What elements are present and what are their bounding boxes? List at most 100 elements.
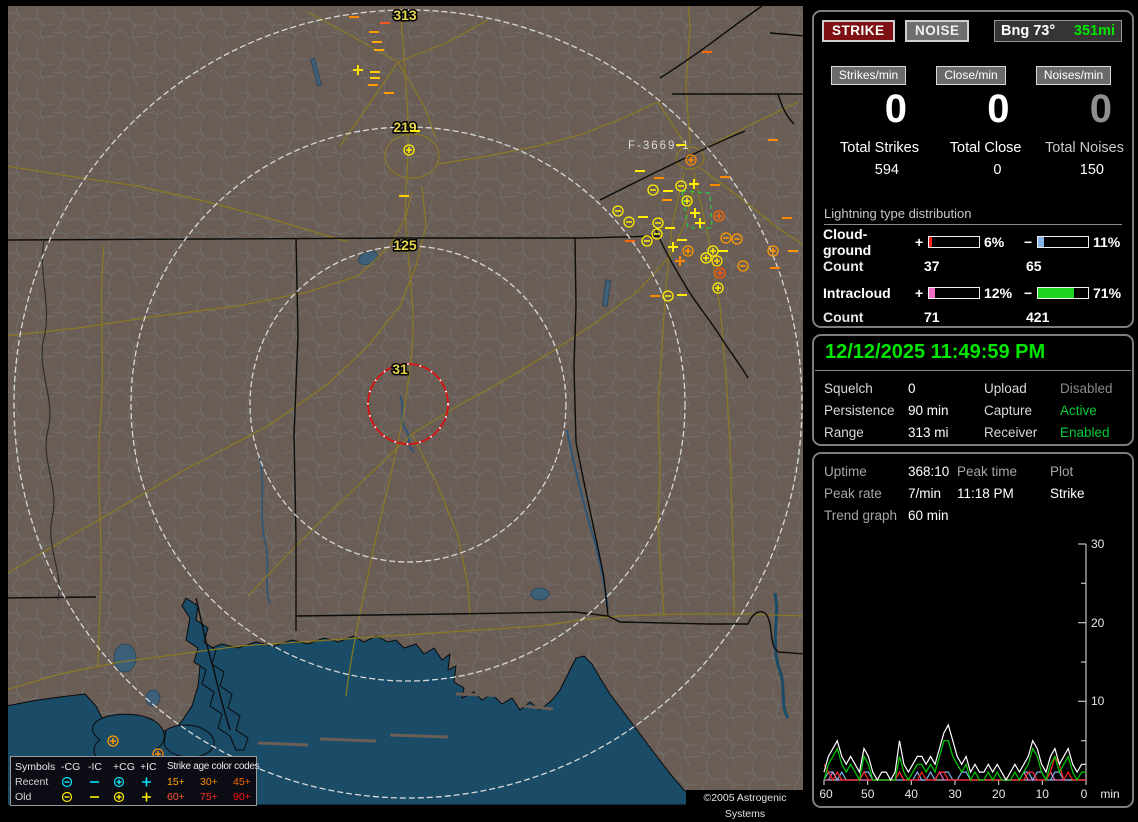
- ring-label-125: 125: [393, 237, 417, 253]
- age-60: 60+: [167, 790, 185, 803]
- copyright: ©2005 Astrogenic Systems: [686, 790, 804, 820]
- cg-neg-recent-icon: [61, 775, 88, 787]
- x-tick-50: 50: [861, 787, 875, 801]
- cg-neg-bar: [1037, 236, 1089, 248]
- range-value: 313 mi: [908, 425, 949, 440]
- bearing-value: Bng 73°: [1001, 23, 1056, 39]
- squelch-label: Squelch: [824, 381, 873, 396]
- counters-panel: STRIKE NOISE Bng 73° 351mi Strikes/min 0…: [812, 10, 1134, 328]
- distribution-title: Lightning type distribution: [824, 206, 1122, 225]
- capture-label: Capture: [984, 403, 1033, 418]
- map-canvas: 313 219 125 31 F-3669-1: [8, 6, 803, 805]
- receiver-label: Receiver: [984, 425, 1038, 440]
- bearing-range-value: 351mi: [1073, 23, 1115, 39]
- age-45: 45+: [233, 775, 251, 788]
- ic-neg-count: 421: [1026, 309, 1050, 325]
- cloud-ground-row: Cloud-ground + 6% − 11%: [814, 226, 1132, 258]
- receiver-value: Enabled: [1060, 425, 1110, 440]
- x-tick-40: 40: [905, 787, 919, 801]
- total-close-value: 0: [993, 162, 1002, 178]
- age-75: 75+: [200, 790, 218, 803]
- x-tick-10: 10: [1036, 787, 1050, 801]
- intracloud-row: Intracloud + 12% − 71%: [814, 284, 1132, 302]
- count-label: Count: [823, 309, 864, 325]
- cloud-ground-count-row: Count 37 65: [814, 258, 1132, 274]
- ring-label-313: 313: [393, 7, 417, 23]
- upload-value: Disabled: [1060, 381, 1113, 396]
- cg-pos-count: 37: [924, 258, 940, 274]
- ic-pos-count: 71: [924, 309, 940, 325]
- noises-column: Noises/min 0 Total Noises 150: [1025, 66, 1126, 178]
- peak-rate-value: 7/min: [908, 486, 942, 501]
- ic-pos-pct: 12%: [984, 285, 1013, 301]
- close-per-min-chip[interactable]: Close/min: [936, 66, 1006, 85]
- trend-graph-value: 60 min: [908, 508, 949, 523]
- x-tick-20: 20: [992, 787, 1006, 801]
- noises-rate: 0: [1089, 87, 1112, 131]
- intracloud-count-row: Count 71 421: [814, 309, 1132, 325]
- datetime-display: 12/12/2025 11:49:59 PM: [815, 336, 1131, 371]
- total-close-label: Total Close: [949, 140, 1022, 156]
- cg-pos-old-icon: [113, 790, 140, 802]
- symbol-legend: Symbols -CG -IC +CG +IC Strike age color…: [10, 756, 260, 806]
- trend-chart: 30 20 10 60 50 40 30 20 10 0 min: [819, 537, 1119, 801]
- plus-sign: +: [915, 285, 924, 301]
- x-axis-unit: min: [1100, 787, 1119, 801]
- persistence-label: Persistence: [824, 403, 895, 418]
- y-tick-20: 20: [1091, 616, 1105, 630]
- total-noises-label: Total Noises: [1045, 140, 1124, 156]
- strikes-rate: 0: [884, 87, 907, 131]
- cloud-ground-label: Cloud-ground: [823, 226, 872, 258]
- noises-per-min-chip[interactable]: Noises/min: [1035, 66, 1112, 85]
- cg-neg-count: 65: [1026, 258, 1042, 274]
- legend-col-cgpos: +CG: [113, 760, 135, 773]
- bearing-readout: Bng 73° 351mi: [994, 20, 1122, 42]
- cg-pos-bar: [928, 236, 980, 248]
- intracloud-label: Intracloud: [823, 285, 891, 301]
- legend-col-icpos: +IC: [140, 760, 157, 773]
- legend-col-icneg: -IC: [88, 760, 102, 773]
- total-strikes-value: 594: [874, 162, 899, 178]
- uptime-value: 368:10: [908, 464, 950, 479]
- plot-value: Strike: [1050, 486, 1085, 501]
- strikes-column: Strikes/min 0 Total Strikes 594: [820, 66, 921, 178]
- minus-sign: −: [1024, 285, 1033, 301]
- close-column: Close/min 0 Total Close 0: [923, 66, 1024, 178]
- strikes-per-min-chip[interactable]: Strikes/min: [830, 66, 907, 85]
- cg-pos-pct: 6%: [984, 234, 1005, 250]
- noise-button[interactable]: NOISE: [904, 20, 970, 42]
- lightning-distribution: Lightning type distribution Cloud-ground…: [814, 206, 1132, 335]
- x-tick-0: 0: [1081, 787, 1088, 801]
- trend-series: [823, 723, 1086, 782]
- lightning-map[interactable]: 313 219 125 31 F-3669-1: [8, 6, 803, 805]
- trend-graph-label: Trend graph: [824, 508, 898, 523]
- close-rate: 0: [987, 87, 1010, 131]
- x-tick-30: 30: [948, 787, 962, 801]
- total-strikes-label: Total Strikes: [840, 140, 919, 156]
- strike-button[interactable]: STRIKE: [822, 20, 895, 42]
- peak-time-header: Peak time: [957, 464, 1018, 479]
- y-tick-10: 10: [1091, 694, 1105, 708]
- status-grid: Squelch 0 Upload Disabled Persistence 90…: [814, 371, 1132, 440]
- count-label: Count: [823, 258, 864, 274]
- ic-pos-old-icon: [140, 790, 167, 802]
- y-tick-30: 30: [1091, 537, 1105, 551]
- cg-neg-pct: 11%: [1093, 234, 1121, 250]
- age-30: 30+: [200, 775, 218, 788]
- uptime-label: Uptime: [824, 464, 867, 479]
- ring-label-219: 219: [393, 119, 417, 135]
- legend-row-old: Old: [15, 790, 32, 803]
- cg-pos-recent-icon: [113, 775, 140, 787]
- legend-row-recent: Recent: [15, 775, 49, 788]
- ic-neg-old-icon: [88, 790, 113, 802]
- ic-pos-bar: [928, 287, 980, 299]
- legend-symbols-header: Symbols: [15, 760, 56, 773]
- info-grid: Uptime 368:10 Peak time Plot Peak rate 7…: [814, 454, 1132, 523]
- squelch-value: 0: [908, 381, 916, 396]
- total-noises-value: 150: [1079, 162, 1104, 178]
- ic-neg-bar: [1037, 287, 1089, 299]
- range-label: Range: [824, 425, 864, 440]
- legend-col-cgneg: -CG: [61, 760, 81, 773]
- peak-rate-label: Peak rate: [824, 486, 882, 501]
- ic-neg-recent-icon: [88, 775, 113, 787]
